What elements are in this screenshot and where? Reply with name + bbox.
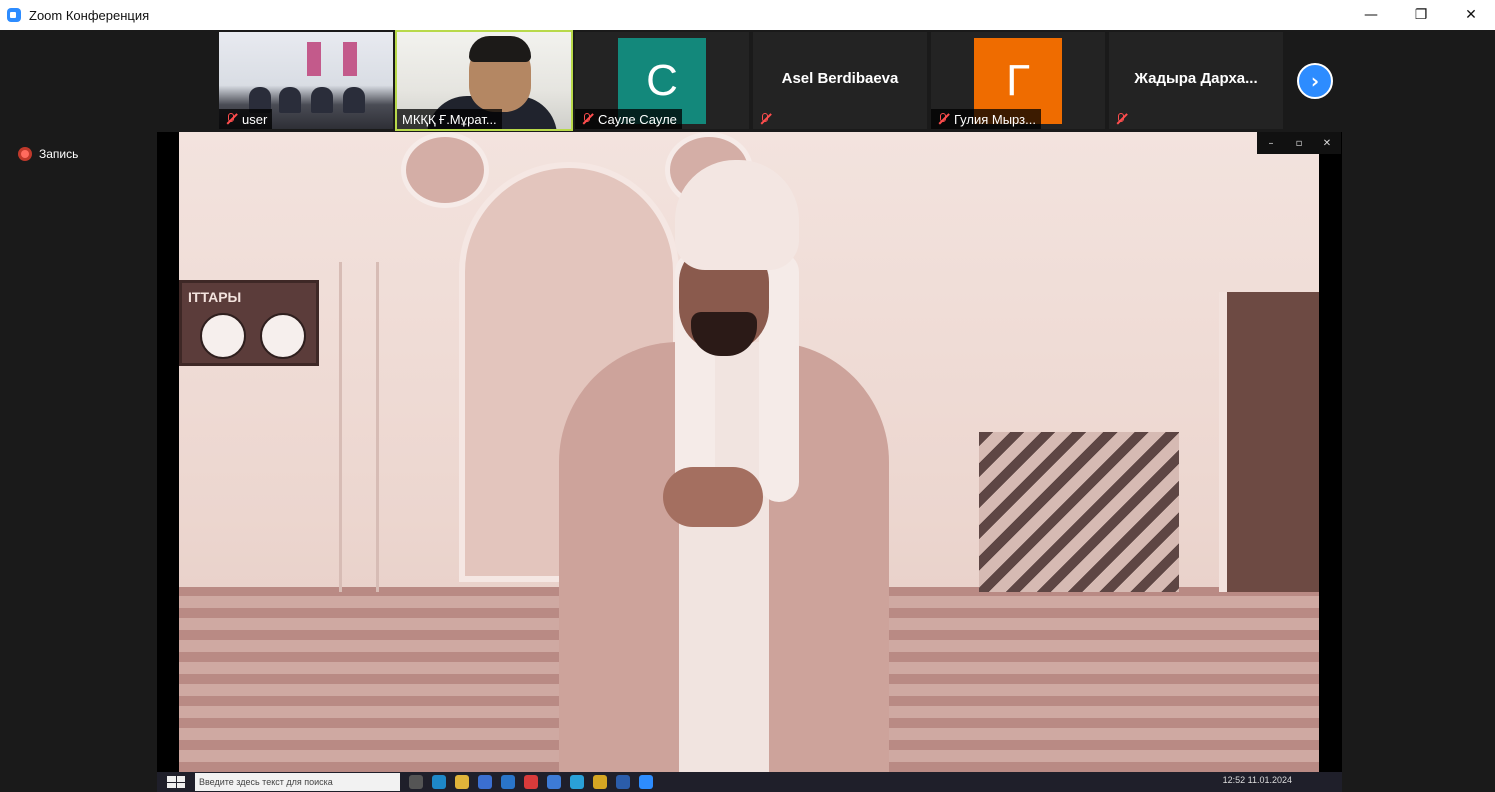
mic-muted-icon xyxy=(1114,112,1128,126)
participant-tile-saule[interactable]: С Сауле Сауле xyxy=(573,30,751,131)
store-icon[interactable] xyxy=(478,775,492,789)
shared-taskbar: Введите здесь текст для поиска 12:52 11.… xyxy=(157,772,1342,792)
participant-strip: user МКҚҚ Ғ.Мұрат... С Сауле Сауле Asel … xyxy=(217,30,1285,131)
record-icon xyxy=(18,147,32,161)
participant-name-bar: Сауле Сауле xyxy=(575,109,682,129)
participant-name: Жадыра Дарха... xyxy=(1134,70,1258,87)
participant-tile-zhadyra[interactable]: Жадыра Дарха... xyxy=(1107,30,1285,131)
participant-name: user xyxy=(242,111,268,127)
taskbar-search-input[interactable]: Введите здесь текст для поиска xyxy=(195,773,400,791)
participant-tile-asel[interactable]: Asel Berdibaeva xyxy=(751,30,929,131)
word-icon[interactable] xyxy=(616,775,630,789)
participant-name-bar xyxy=(753,109,781,129)
minimize-button[interactable]: — xyxy=(1346,0,1396,30)
participant-tile-gulia[interactable]: Г Гулия Мырз... xyxy=(929,30,1107,131)
participant-tile-user[interactable]: user xyxy=(217,30,395,131)
door xyxy=(1219,292,1319,592)
participant-tile-active-speaker[interactable]: МКҚҚ Ғ.Мұрат... xyxy=(395,30,573,131)
minbar-stairs xyxy=(979,432,1179,592)
turban xyxy=(675,160,799,270)
app-blue-icon[interactable] xyxy=(547,775,561,789)
participant-name-bar xyxy=(1109,109,1137,129)
shared-screen: ІТТАРЫ – ▫ ✕ Введите здесь текст для пои… xyxy=(157,132,1342,792)
windows-start-icon[interactable] xyxy=(167,776,185,788)
app-skype-icon[interactable] xyxy=(570,775,584,789)
task-view-icon[interactable] xyxy=(409,775,423,789)
meeting-area: user МКҚҚ Ғ.Мұрат... С Сауле Сауле Asel … xyxy=(0,30,1495,792)
shared-restore-button[interactable]: ▫ xyxy=(1285,132,1313,154)
chevron-right-icon: › xyxy=(1310,69,1320,93)
maximize-button[interactable]: ❐ xyxy=(1396,0,1446,30)
edge-icon[interactable] xyxy=(432,775,446,789)
participant-name: Asel Berdibaeva xyxy=(781,70,899,87)
close-button[interactable]: ✕ xyxy=(1446,0,1495,30)
shared-minimize-button[interactable]: – xyxy=(1257,132,1285,154)
next-page-button[interactable]: › xyxy=(1297,63,1333,99)
shared-video-content: ІТТАРЫ xyxy=(179,132,1319,772)
recording-label: Запись xyxy=(39,147,79,161)
shared-close-button[interactable]: ✕ xyxy=(1313,132,1341,154)
participant-name: МКҚҚ Ғ.Мұрат... xyxy=(402,111,497,127)
app-red-icon[interactable] xyxy=(524,775,538,789)
chrome-icon[interactable] xyxy=(593,775,607,789)
window-title: Zoom Конференция xyxy=(29,7,150,23)
zoom-logo-icon xyxy=(7,8,21,22)
recording-indicator[interactable]: Запись xyxy=(18,147,78,161)
board-text: ІТТАРЫ xyxy=(188,289,242,305)
calligraphy-medallion xyxy=(401,132,489,208)
tray-date: 11.01.2024 xyxy=(1247,775,1292,785)
mic-muted-icon xyxy=(758,112,772,126)
participant-name-bar: Гулия Мырз... xyxy=(931,109,1041,129)
system-tray: 12:52 11.01.2024 xyxy=(1223,775,1292,785)
mic-muted-icon xyxy=(936,112,950,126)
participant-name-bar: МКҚҚ Ғ.Мұрат... xyxy=(397,109,502,129)
search-placeholder: Введите здесь текст для поиска xyxy=(199,777,333,787)
mic-muted-icon xyxy=(580,112,594,126)
tray-time: 12:52 xyxy=(1222,775,1246,785)
prayer-times-board: ІТТАРЫ xyxy=(179,280,319,366)
file-explorer-icon[interactable] xyxy=(455,775,469,789)
mic-muted-icon xyxy=(224,112,238,126)
participant-name-bar: user xyxy=(219,109,273,129)
participant-name: Сауле Сауле xyxy=(598,111,677,127)
title-bar: Zoom Конференция — ❐ ✕ xyxy=(0,0,1495,30)
participant-name: Гулия Мырз... xyxy=(954,111,1036,127)
zoom-app-icon[interactable] xyxy=(639,775,653,789)
mail-icon[interactable] xyxy=(501,775,515,789)
